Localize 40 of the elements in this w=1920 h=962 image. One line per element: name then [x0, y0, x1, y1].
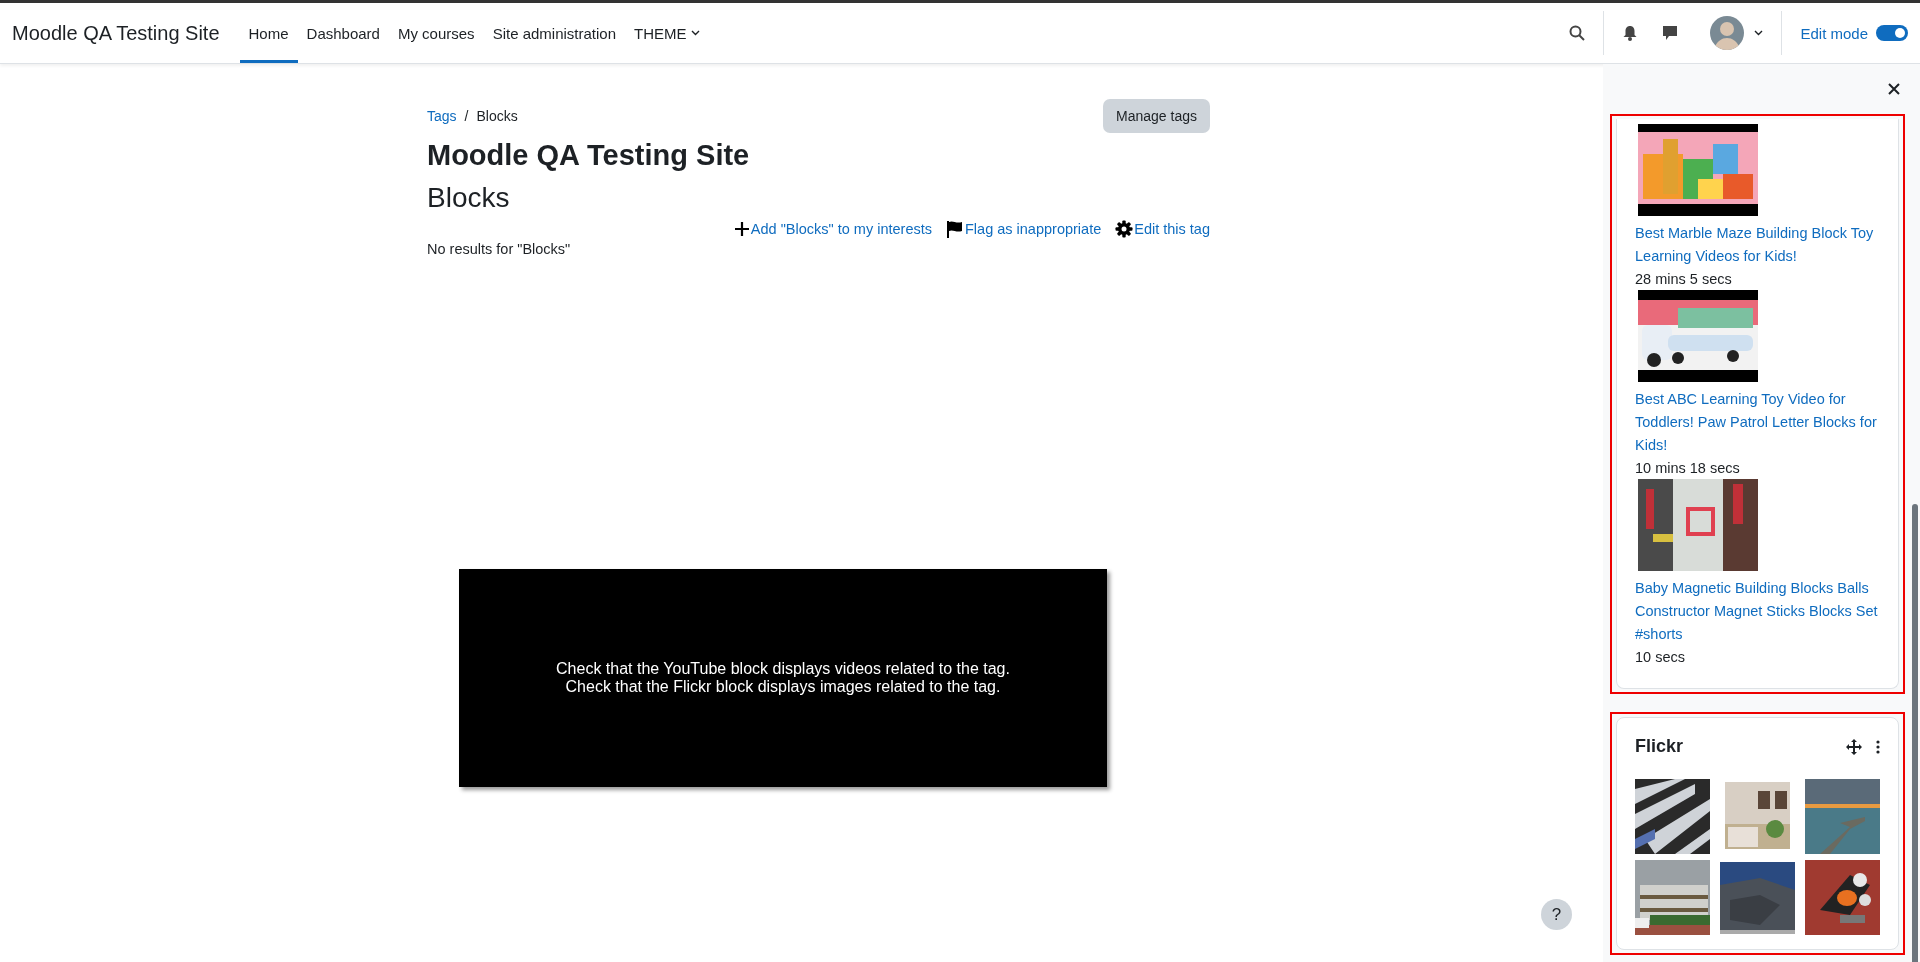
chat-bubble-icon	[1662, 25, 1679, 41]
nav-tab[interactable]: Home	[239, 3, 298, 63]
manage-tags-button[interactable]: Manage tags	[1103, 99, 1210, 133]
video-duration: 10 secs	[1635, 648, 1686, 667]
instruction-text: Check that the Flickr block displays images related to the tag.	[565, 678, 1001, 696]
search-icon	[1569, 25, 1586, 41]
video-title-link[interactable]: Baby Magnetic Building Blocks Balls Constructor Magnet Sticks Blocks Set #shorts	[1635, 577, 1880, 646]
video-duration: 10 mins 18 secs	[1635, 459, 1741, 478]
no-results-text: No results for "Blocks"	[427, 241, 572, 257]
kebab-menu-icon[interactable]	[1876, 739, 1880, 754]
flag-icon	[946, 220, 964, 238]
tag-action-link[interactable]: Edit this tag	[1134, 221, 1210, 237]
video-duration: 28 mins 5 secs	[1635, 270, 1733, 289]
gear-icon	[1115, 220, 1134, 238]
chevron-down-icon[interactable]	[1754, 30, 1764, 36]
tag-heading: Blocks	[427, 182, 511, 214]
breadcrumb-current: Blocks	[476, 108, 518, 124]
tag-action-link[interactable]: Flag as inappropriate	[965, 221, 1102, 237]
nav-tab[interactable]: Site administration	[483, 3, 626, 63]
chevron-down-icon	[690, 30, 700, 36]
breadcrumb-link[interactable]: Tags	[427, 108, 457, 124]
bell-icon	[1623, 25, 1638, 41]
page-title: Moodle QA Testing Site	[427, 139, 751, 172]
move-icon[interactable]	[1846, 738, 1862, 755]
nav-tab[interactable]: My courses	[388, 3, 484, 63]
instruction-text: Check that the YouTube block displays videos related to the tag.	[556, 660, 1010, 678]
nav-tab[interactable]: Dashboard	[297, 3, 389, 63]
tag-action-link[interactable]: Add "Blocks" to my interests	[750, 221, 932, 237]
close-icon	[1888, 83, 1900, 95]
video-title-link[interactable]: Best Marble Maze Building Block Toy Learning Videos for Kids!	[1635, 222, 1880, 268]
nav-tab[interactable]: THEME	[625, 3, 709, 63]
edit-mode-label: Edit mode	[1800, 24, 1868, 42]
site-name[interactable]: Moodle QA Testing Site	[12, 21, 220, 45]
block-title: Flickr	[1635, 736, 1685, 757]
plus-icon	[733, 221, 750, 237]
video-title-link[interactable]: Best ABC Learning Toy Video for Toddlers! Paw Patrol Letter Blocks for Kids!	[1635, 388, 1880, 457]
breadcrumb-separator: /	[464, 108, 469, 124]
edit-mode-toggle[interactable]	[1876, 25, 1908, 41]
help-button[interactable]: ?	[1541, 899, 1572, 930]
avatar[interactable]	[1710, 16, 1745, 50]
